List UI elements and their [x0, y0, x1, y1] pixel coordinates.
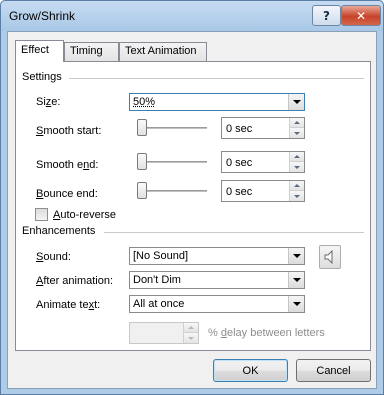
- after-animation-label: After animation:: [36, 275, 114, 287]
- spin-up-button[interactable]: [290, 181, 304, 191]
- arrow-down-icon: [294, 131, 300, 135]
- size-dropdown[interactable]: 50%: [129, 93, 305, 111]
- sound-dropdown-button[interactable]: [288, 248, 304, 264]
- auto-reverse-checkbox[interactable]: [35, 208, 48, 221]
- arrow-up-icon: [294, 121, 300, 124]
- tab-effect[interactable]: Effect: [15, 40, 64, 62]
- smooth-start-slider[interactable]: [137, 118, 207, 138]
- settings-divider: [69, 78, 364, 79]
- dialog-body: Effect Timing Text Animation Settings Si…: [7, 31, 377, 389]
- arrow-up-icon: [188, 326, 194, 329]
- smooth-end-slider[interactable]: [137, 152, 207, 172]
- bounce-end-spinner[interactable]: 0 sec: [221, 180, 305, 202]
- help-button[interactable]: ?: [312, 5, 341, 26]
- slider-track: [137, 161, 207, 163]
- chevron-down-icon: [292, 254, 301, 258]
- size-dropdown-button[interactable]: [288, 94, 304, 110]
- bounce-end-value: 0 sec: [226, 186, 253, 198]
- spin-up-button[interactable]: [184, 323, 198, 333]
- arrow-up-icon: [294, 155, 300, 158]
- size-label: Size:: [36, 96, 61, 108]
- slider-thumb[interactable]: [137, 119, 147, 136]
- window-title: Grow/Shrink: [9, 9, 76, 23]
- chevron-down-icon: [292, 278, 301, 282]
- speaker-icon: [324, 250, 333, 264]
- bounce-end-slider[interactable]: [137, 181, 207, 201]
- tab-text-animation[interactable]: Text Animation: [119, 42, 207, 61]
- slider-thumb[interactable]: [137, 182, 147, 199]
- delay-label: % delay between letters: [208, 327, 325, 339]
- animate-text-dropdown[interactable]: All at once: [129, 295, 305, 313]
- slider-track: [137, 190, 207, 192]
- help-icon: ?: [323, 8, 330, 23]
- smooth-start-spinner[interactable]: 0 sec: [221, 117, 305, 139]
- animate-text-value: All at once: [133, 298, 185, 310]
- smooth-start-value: 0 sec: [226, 123, 253, 135]
- chevron-down-icon: [292, 100, 301, 104]
- enhancements-divider: [104, 232, 364, 233]
- after-animation-dropdown[interactable]: Don't Dim: [129, 271, 305, 289]
- arrow-down-icon: [188, 336, 194, 340]
- animate-text-dropdown-button[interactable]: [288, 296, 304, 312]
- spin-down-button[interactable]: [290, 162, 304, 172]
- arrow-down-icon: [294, 165, 300, 169]
- title-bar[interactable]: Grow/Shrink ? ✕: [1, 1, 383, 31]
- spin-up-button[interactable]: [290, 118, 304, 128]
- enhancements-heading: Enhancements: [22, 225, 96, 237]
- size-value: 50%: [133, 96, 156, 108]
- slider-track: [137, 127, 207, 129]
- bounce-end-label: Bounce end:: [36, 188, 98, 200]
- dialog-window: Grow/Shrink ? ✕ Effect Timing Text Anima…: [0, 0, 384, 395]
- spin-up-button[interactable]: [290, 152, 304, 162]
- after-animation-dropdown-button[interactable]: [288, 272, 304, 288]
- spin-down-button[interactable]: [290, 128, 304, 138]
- smooth-start-label: Smooth start:: [36, 125, 102, 137]
- smooth-end-label: Smooth end:: [36, 159, 99, 171]
- arrow-up-icon: [294, 184, 300, 187]
- settings-heading: Settings: [22, 71, 62, 83]
- after-animation-value: Don't Dim: [133, 274, 181, 286]
- sound-value: [No Sound]: [133, 250, 189, 262]
- chevron-down-icon: [292, 302, 301, 306]
- animate-text-label: Animate text:: [36, 299, 101, 311]
- spin-down-button[interactable]: [184, 333, 198, 343]
- sound-volume-button[interactable]: [319, 245, 341, 269]
- delay-spinner[interactable]: [129, 322, 199, 344]
- ok-button[interactable]: OK: [213, 359, 288, 382]
- close-button[interactable]: ✕: [341, 5, 381, 26]
- auto-reverse-label[interactable]: Auto-reverse: [53, 209, 116, 221]
- smooth-end-spinner[interactable]: 0 sec: [221, 151, 305, 173]
- sound-label: Sound:: [36, 251, 71, 263]
- smooth-end-value: 0 sec: [226, 157, 253, 169]
- slider-thumb[interactable]: [137, 153, 147, 170]
- effect-panel: Settings Size: 50% Smooth start: 0 sec S…: [15, 61, 371, 351]
- cancel-button[interactable]: Cancel: [296, 359, 371, 382]
- arrow-down-icon: [294, 194, 300, 198]
- tab-timing[interactable]: Timing: [64, 42, 119, 61]
- sound-dropdown[interactable]: [No Sound]: [129, 247, 305, 265]
- close-icon: ✕: [355, 8, 367, 23]
- spin-down-button[interactable]: [290, 191, 304, 201]
